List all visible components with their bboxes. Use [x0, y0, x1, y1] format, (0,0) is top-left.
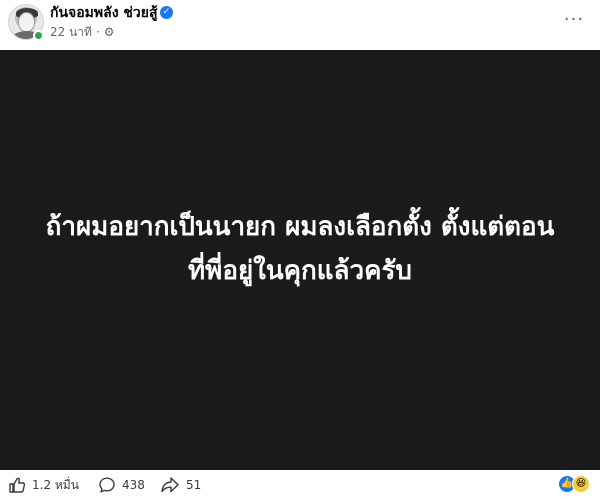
like-count: 1.2 หมื่น [32, 477, 79, 492]
share-icon [160, 476, 180, 494]
online-status-dot [33, 30, 44, 41]
share-button[interactable]: 51 [160, 476, 201, 494]
gear-icon[interactable]: ⚙ [104, 26, 115, 38]
post-footer: 1.2 หมื่น 438 51 [0, 470, 600, 500]
post-text-line: ที่พี่อยู่ในคุกแล้วครับ [188, 256, 412, 286]
page-name[interactable]: กันจอมพลัง ช่วยสู้ [50, 4, 158, 22]
reaction-summary[interactable]: 👍 😆 [558, 475, 598, 495]
post-header: กันจอมพลัง ช่วยสู้ ✓ 22 นาที · ⚙ ··· [0, 0, 600, 50]
verified-badge-icon: ✓ [160, 6, 173, 19]
more-horizontal-icon[interactable]: ··· [560, 10, 588, 30]
post-text-line: ถ้าผมอยากเป็นนายก ผมลงเลือกตั้ง ตั้งแต่ต… [45, 212, 555, 242]
haha-reaction-icon: 😆 [572, 475, 590, 493]
meta-separator: · [95, 25, 100, 39]
avatar-face [18, 12, 35, 32]
post-timestamp[interactable]: 22 นาที [50, 23, 92, 42]
comment-icon [98, 476, 116, 494]
comment-count: 438 [122, 478, 145, 492]
post-image[interactable]: ถ้าผมอยากเป็นนายก ผมลงเลือกตั้ง ตั้งแต่ต… [0, 50, 600, 470]
comment-button[interactable]: 438 [98, 476, 145, 494]
like-button[interactable]: 1.2 หมื่น [8, 476, 79, 494]
share-count: 51 [186, 478, 202, 492]
post-meta: 22 นาที · ⚙ [50, 24, 115, 40]
thumbs-up-icon [8, 476, 26, 494]
